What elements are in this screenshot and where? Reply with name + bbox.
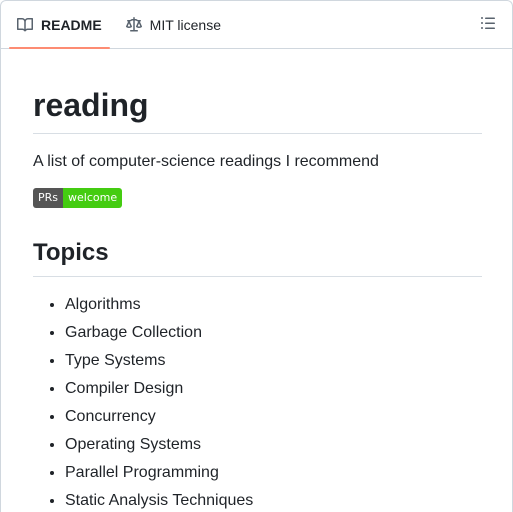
badge-label-right: welcome bbox=[63, 188, 123, 208]
law-scale-icon bbox=[125, 16, 142, 33]
prs-welcome-badge[interactable]: PRs welcome bbox=[33, 188, 123, 208]
outline-button[interactable] bbox=[472, 9, 504, 41]
list-unordered-icon bbox=[480, 15, 496, 36]
readme-panel: README MIT license reading A list of com… bbox=[0, 0, 513, 512]
topic-list-item: Garbage Collection bbox=[65, 321, 482, 345]
tab-bar: README MIT license bbox=[1, 1, 512, 49]
topic-list-item: Concurrency bbox=[65, 405, 482, 429]
tab-license[interactable]: MIT license bbox=[118, 1, 229, 48]
badge-label-left: PRs bbox=[33, 188, 64, 208]
topic-list-item: Compiler Design bbox=[65, 377, 482, 401]
readme-content: reading A list of computer-science readi… bbox=[1, 85, 512, 512]
topics-heading: Topics bbox=[33, 238, 482, 277]
tab-license-label: MIT license bbox=[149, 16, 221, 33]
readme-title: reading bbox=[33, 85, 482, 134]
readme-description: A list of computer-science readings I re… bbox=[33, 153, 379, 170]
topic-list-item: Static Analysis Techniques bbox=[65, 489, 482, 512]
topics-list: Algorithms Garbage Collection Type Systems… bbox=[33, 293, 482, 512]
topic-list-item: Algorithms bbox=[65, 293, 482, 317]
book-icon bbox=[17, 17, 33, 33]
tab-readme-label: README bbox=[41, 16, 102, 33]
tab-readme[interactable]: README bbox=[9, 1, 110, 49]
topic-list-item: Type Systems bbox=[65, 349, 482, 373]
topic-list-item: Operating Systems bbox=[65, 433, 482, 457]
topic-list-item: Parallel Programming bbox=[65, 461, 482, 485]
